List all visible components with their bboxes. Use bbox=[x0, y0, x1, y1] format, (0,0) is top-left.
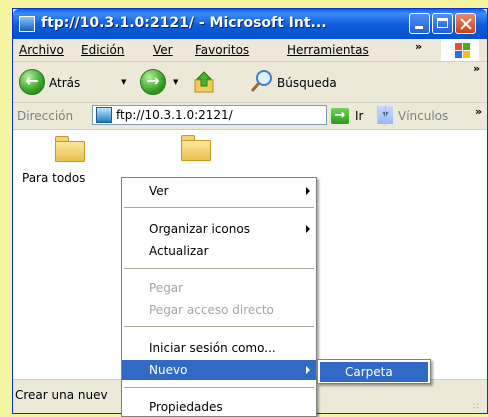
ftp-site-icon bbox=[96, 107, 112, 123]
context-menu: Ver Organizar iconos Actualizar Pegar Pe… bbox=[121, 177, 317, 417]
resize-grip-icon[interactable]: ∷ bbox=[473, 402, 483, 412]
folder-icon[interactable] bbox=[55, 136, 85, 162]
address-value: ftp://10.3.1.0:2121/ bbox=[116, 108, 233, 122]
context-item-iniciar-sesion[interactable]: Iniciar sesión como... bbox=[122, 338, 316, 358]
go-arrow-icon[interactable]: → bbox=[331, 108, 349, 124]
submenu-arrow-icon bbox=[306, 225, 310, 233]
submenu-arrow-icon bbox=[306, 187, 310, 195]
back-dropdown-arrow[interactable]: ▼ bbox=[121, 78, 126, 86]
title-bar[interactable]: ftp://10.3.1.0:2121/ - Microsoft Int... bbox=[13, 9, 487, 39]
menu-herramientas[interactable]: Herramientas bbox=[287, 43, 369, 57]
forward-button-icon[interactable]: → bbox=[140, 69, 166, 95]
folder-label[interactable]: Para todos bbox=[22, 171, 85, 185]
address-input[interactable]: ftp://10.3.1.0:2121/ ▼ bbox=[92, 105, 393, 125]
menu-favoritos[interactable]: Favoritos bbox=[195, 43, 249, 57]
standard-toolbar: ← Atrás ▼ → ▼ Búsqueda » bbox=[13, 62, 487, 103]
close-button[interactable] bbox=[455, 13, 476, 34]
address-bar: Dirección ftp://10.3.1.0:2121/ ▼ → Ir Ví… bbox=[13, 103, 487, 130]
menu-overflow-chevron[interactable]: » bbox=[415, 40, 422, 53]
context-item-propiedades[interactable]: Propiedades bbox=[122, 397, 316, 417]
context-item-pegar-acceso-directo: Pegar acceso directo bbox=[149, 303, 274, 317]
ftp-folder-icon bbox=[19, 16, 35, 32]
submenu-arrow-icon bbox=[306, 366, 310, 374]
back-button-icon[interactable]: ← bbox=[19, 69, 45, 95]
go-button-label[interactable]: Ir bbox=[355, 109, 363, 123]
context-item-nuevo[interactable]: Nuevo bbox=[122, 360, 316, 380]
search-button-label[interactable]: Búsqueda bbox=[277, 76, 337, 90]
links-overflow-chevron[interactable]: » bbox=[475, 105, 482, 118]
context-item-organizar-iconos[interactable]: Organizar iconos bbox=[122, 219, 316, 239]
minimize-button[interactable] bbox=[409, 13, 430, 34]
search-icon[interactable] bbox=[250, 69, 274, 93]
toolbar-overflow-chevron[interactable]: » bbox=[473, 62, 480, 75]
links-label[interactable]: Vínculos bbox=[398, 109, 448, 123]
submenu-item-carpeta[interactable]: Carpeta bbox=[320, 362, 428, 382]
menu-separator bbox=[124, 207, 314, 208]
menu-separator bbox=[124, 268, 314, 269]
context-item-ver[interactable]: Ver bbox=[122, 181, 316, 201]
maximize-button[interactable] bbox=[432, 13, 453, 34]
window-title: ftp://10.3.1.0:2121/ - Microsoft Int... bbox=[41, 15, 327, 31]
context-item-actualizar[interactable]: Actualizar bbox=[122, 241, 316, 261]
windows-logo-icon bbox=[441, 39, 479, 61]
submenu-nuevo: Carpeta bbox=[317, 359, 431, 384]
folder-icon[interactable] bbox=[181, 135, 211, 161]
menu-separator bbox=[124, 387, 314, 388]
context-item-pegar: Pegar bbox=[149, 281, 184, 295]
status-text: Crear una nuev bbox=[15, 388, 108, 402]
forward-dropdown-arrow[interactable]: ▼ bbox=[173, 78, 178, 86]
menu-archivo[interactable]: Archivo bbox=[19, 43, 64, 57]
menu-separator bbox=[124, 326, 314, 327]
menu-ver[interactable]: Ver bbox=[153, 43, 173, 57]
back-button-label[interactable]: Atrás bbox=[49, 76, 80, 90]
up-folder-icon[interactable] bbox=[193, 70, 215, 94]
menu-bar: Archivo Edición Ver Favoritos Herramient… bbox=[13, 39, 487, 62]
links-divider bbox=[385, 106, 386, 126]
address-label: Dirección bbox=[17, 109, 74, 123]
menu-edicion[interactable]: Edición bbox=[81, 43, 124, 57]
